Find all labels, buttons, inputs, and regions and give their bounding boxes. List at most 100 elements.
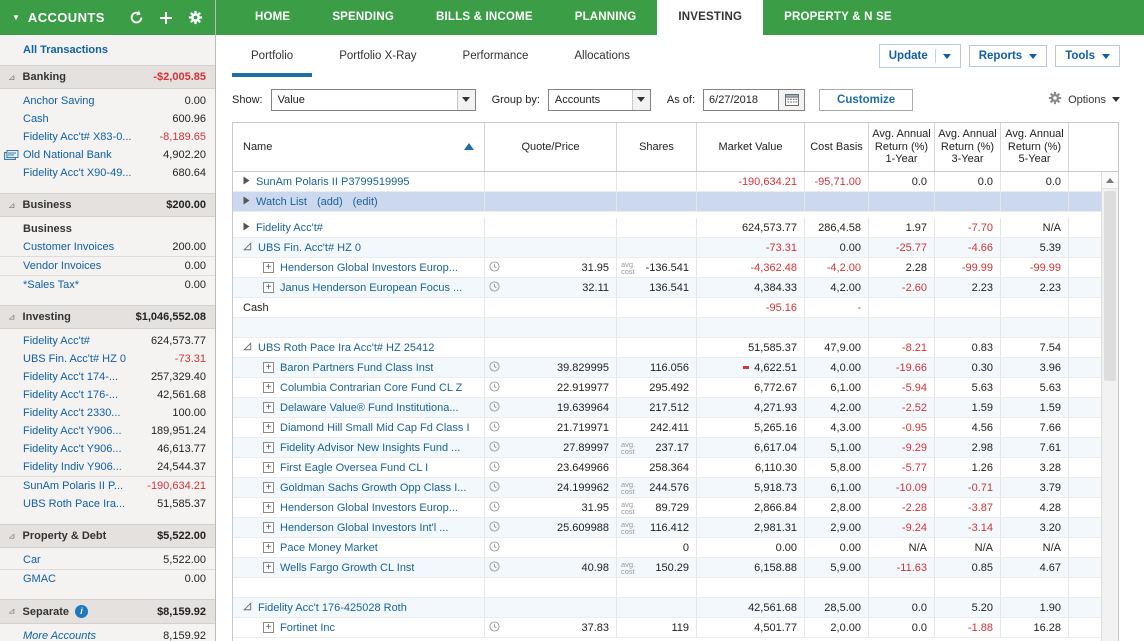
sidebar-item-ubs-roth-pace-ira[interactable]: UBS Roth Pace Ira...51,585.37 — [0, 495, 215, 513]
sidebar-item-fidelity-acc-t-174[interactable]: Fidelity Acc't 174-...257,329.40 — [0, 368, 215, 386]
collapsed-triangle-icon[interactable] — [243, 222, 250, 234]
scrollbar-thumb[interactable] — [1104, 191, 1116, 381]
sidebar-section-header-business[interactable]: ⊿Business$200.00 — [0, 193, 215, 217]
group-by-select[interactable]: Accounts — [548, 89, 651, 111]
info-icon[interactable]: i — [75, 605, 88, 618]
sidebar-item-all-transactions[interactable]: All Transactions — [0, 35, 215, 65]
table-row[interactable]: +First Eagle Oversea Fund CL I23.6499662… — [233, 458, 1101, 478]
customize-button[interactable]: Customize — [819, 89, 913, 111]
sidebar-item-label[interactable]: Fidelity Acc't 2330... — [23, 407, 172, 419]
sidebar-section-header-property-debt[interactable]: ⊿Property & Debt$5,522.00 — [0, 524, 215, 548]
col-header-shares[interactable]: Shares — [617, 123, 697, 171]
col-header-quote-price[interactable]: Quote/Price — [485, 123, 617, 171]
sidebar-item-anchor-saving[interactable]: Anchor Saving0.00 — [0, 92, 215, 110]
security-name[interactable]: Janus Henderson European Focus ... — [280, 282, 462, 294]
expand-plus-icon[interactable]: + — [263, 622, 274, 633]
security-name[interactable]: Baron Partners Fund Class Inst — [280, 362, 433, 374]
scroll-up-arrow-icon[interactable] — [1102, 172, 1118, 189]
security-name[interactable]: Henderson Global Investors Europ... — [280, 262, 458, 274]
nav-tab-planning[interactable]: PLANNING — [554, 0, 658, 35]
table-row[interactable]: Watch List(add)(edit) — [233, 192, 1101, 212]
table-row[interactable]: +Henderson Global Investors Europ...31.9… — [233, 258, 1101, 278]
security-name[interactable]: Pace Money Market — [280, 542, 378, 554]
table-row[interactable]: +Henderson Global Investors Europ...31.9… — [233, 498, 1101, 518]
expand-plus-icon[interactable]: + — [263, 282, 274, 293]
col-header-cost-basis[interactable]: Cost Basis — [805, 123, 869, 171]
sidebar-item-sales-tax[interactable]: *Sales Tax*0.00 — [0, 276, 215, 294]
sidebar-item-label[interactable]: UBS Fin. Acc't# HZ 0 — [23, 353, 175, 365]
expand-plus-icon[interactable]: + — [263, 262, 274, 273]
sidebar-item-label[interactable]: GMAC — [23, 573, 185, 585]
table-row[interactable]: UBS Roth Pace Ira Acc't# HZ 2541251,585.… — [233, 338, 1101, 358]
nav-tab-bills-income[interactable]: BILLS & INCOME — [415, 0, 554, 35]
sidebar-item-label[interactable]: Fidelity Acc't 176-... — [23, 389, 157, 401]
tab-allocations[interactable]: Allocations — [555, 35, 649, 77]
expand-plus-icon[interactable]: + — [263, 502, 274, 513]
section-expand-icon[interactable]: ⊿ — [8, 607, 16, 617]
expand-plus-icon[interactable]: + — [263, 422, 274, 433]
add-account-plus-icon[interactable] — [159, 11, 173, 25]
expand-plus-icon[interactable]: + — [263, 402, 274, 413]
table-row[interactable]: Fidelity Acc't#624,573.77286,4.581.97-7.… — [233, 218, 1101, 238]
table-row[interactable]: Fidelity Acc't 176-425028 Roth42,561.682… — [233, 598, 1101, 618]
col-header-avg-annual-return-1-year[interactable]: Avg. Annual Return (%)1-Year — [869, 123, 935, 171]
sidebar-item-fidelity-acc-t-y906[interactable]: Fidelity Acc't Y906...46,613.77 — [0, 440, 215, 458]
sidebar-item-label[interactable]: Fidelity Acc't 174-... — [23, 371, 151, 383]
section-expand-icon[interactable]: ⊿ — [8, 72, 16, 82]
section-expand-icon[interactable]: ⊿ — [8, 200, 16, 210]
table-row[interactable]: +Baron Partners Fund Class Inst39.829995… — [233, 358, 1101, 378]
sidebar-item-fidelity-acc-t[interactable]: Fidelity Acc't#624,573.77 — [0, 332, 215, 350]
vertical-scrollbar[interactable] — [1101, 172, 1118, 641]
sidebar-item-label[interactable]: More Accounts — [23, 630, 163, 641]
table-row[interactable]: SunAm Polaris II P3799519995-190,634.21-… — [233, 172, 1101, 192]
sidebar-item-ubs-fin-acc-t-hz-0[interactable]: UBS Fin. Acc't# HZ 0-73.31 — [0, 350, 215, 368]
sidebar-section-header-banking[interactable]: ⊿Banking-$2,005.85 — [0, 65, 215, 89]
show-select[interactable]: Value — [271, 89, 476, 111]
col-header-avg-annual-return-3-year[interactable]: Avg. Annual Return (%)3-Year — [935, 123, 1001, 171]
sidebar-item-label[interactable]: Old National Bank — [23, 149, 163, 161]
sidebar-item-label[interactable]: Fidelity Acc't# X83-0... — [23, 131, 160, 143]
tab-portfolio-x-ray[interactable]: Portfolio X-Ray — [320, 35, 435, 77]
expand-plus-icon[interactable]: + — [263, 362, 274, 373]
sidebar-item-fidelity-acc-t-2330[interactable]: Fidelity Acc't 2330...100.00 — [0, 404, 215, 422]
account-group-name[interactable]: UBS Roth Pace Ira Acc't# HZ 25412 — [258, 342, 434, 354]
security-name[interactable]: Fidelity Advisor New Insights Fund ... — [280, 442, 460, 454]
watchlist-edit-link[interactable]: (edit) — [353, 196, 378, 208]
account-group-name[interactable]: SunAm Polaris II P3799519995 — [256, 176, 410, 188]
reports-button[interactable]: Reports — [969, 45, 1047, 67]
sidebar-item-fidelity-acc-t-y906[interactable]: Fidelity Acc't Y906...189,951.24 — [0, 422, 215, 440]
table-row[interactable]: +Fidelity Advisor New Insights Fund ...2… — [233, 438, 1101, 458]
table-row[interactable]: UBS Fin. Acc't# HZ 0-73.310.00-25.77-4.6… — [233, 238, 1101, 258]
sidebar-item-label[interactable]: Fidelity Acc't Y906... — [23, 443, 157, 455]
expand-plus-icon[interactable]: + — [263, 522, 274, 533]
table-row[interactable]: +Henderson Global Investors Int'l ...25.… — [233, 518, 1101, 538]
security-name[interactable]: Delaware Value® Fund Institutiona... — [280, 402, 459, 414]
nav-tab-property-n-se[interactable]: PROPERTY & N SE — [763, 0, 913, 35]
refresh-icon[interactable] — [129, 10, 144, 25]
expanded-triangle-icon[interactable] — [243, 602, 252, 614]
sidebar-item-label[interactable]: Customer Invoices — [23, 241, 172, 253]
tools-button[interactable]: Tools — [1055, 45, 1120, 67]
sidebar-item-car[interactable]: Car5,522.00 — [0, 551, 215, 570]
sidebar-section-header-investing[interactable]: ⊿Investing$1,046,552.08 — [0, 305, 215, 329]
table-row[interactable]: +Delaware Value® Fund Institutiona...19.… — [233, 398, 1101, 418]
sidebar-gear-icon[interactable] — [188, 10, 203, 25]
col-header-name[interactable]: Name — [233, 123, 485, 171]
security-name[interactable]: Fortinet Inc — [280, 622, 335, 634]
expand-plus-icon[interactable]: + — [263, 562, 274, 573]
nav-tab-home[interactable]: HOME — [234, 0, 311, 35]
sidebar-item-gmac[interactable]: GMAC0.00 — [0, 570, 215, 588]
sidebar-item-fidelity-indiv-y906[interactable]: Fidelity Indiv Y906...24,544.37 — [0, 458, 215, 477]
table-row[interactable]: +Diamond Hill Small Mid Cap Fd Class I21… — [233, 418, 1101, 438]
options-menu-button[interactable]: Options — [1048, 91, 1120, 108]
expanded-triangle-icon[interactable] — [243, 342, 252, 354]
table-row[interactable]: +Wells Fargo Growth CL Inst40.98avg.cost… — [233, 558, 1101, 578]
security-name[interactable]: Goldman Sachs Growth Opp Class I... — [280, 482, 466, 494]
table-row[interactable]: +Pace Money Market00.000.00N/AN/AN/A — [233, 538, 1101, 558]
sidebar-item-fidelity-acc-t-176[interactable]: Fidelity Acc't 176-...42,561.68 — [0, 386, 215, 404]
expand-plus-icon[interactable]: + — [263, 482, 274, 493]
security-name[interactable]: Henderson Global Investors Europ... — [280, 502, 458, 514]
sidebar-item-label[interactable]: Vendor Invoices — [23, 260, 185, 272]
col-header-market-value[interactable]: Market Value — [697, 123, 805, 171]
sidebar-item-sunam-polaris-ii-p[interactable]: SunAm Polaris II P...-190,634.21 — [0, 477, 215, 495]
